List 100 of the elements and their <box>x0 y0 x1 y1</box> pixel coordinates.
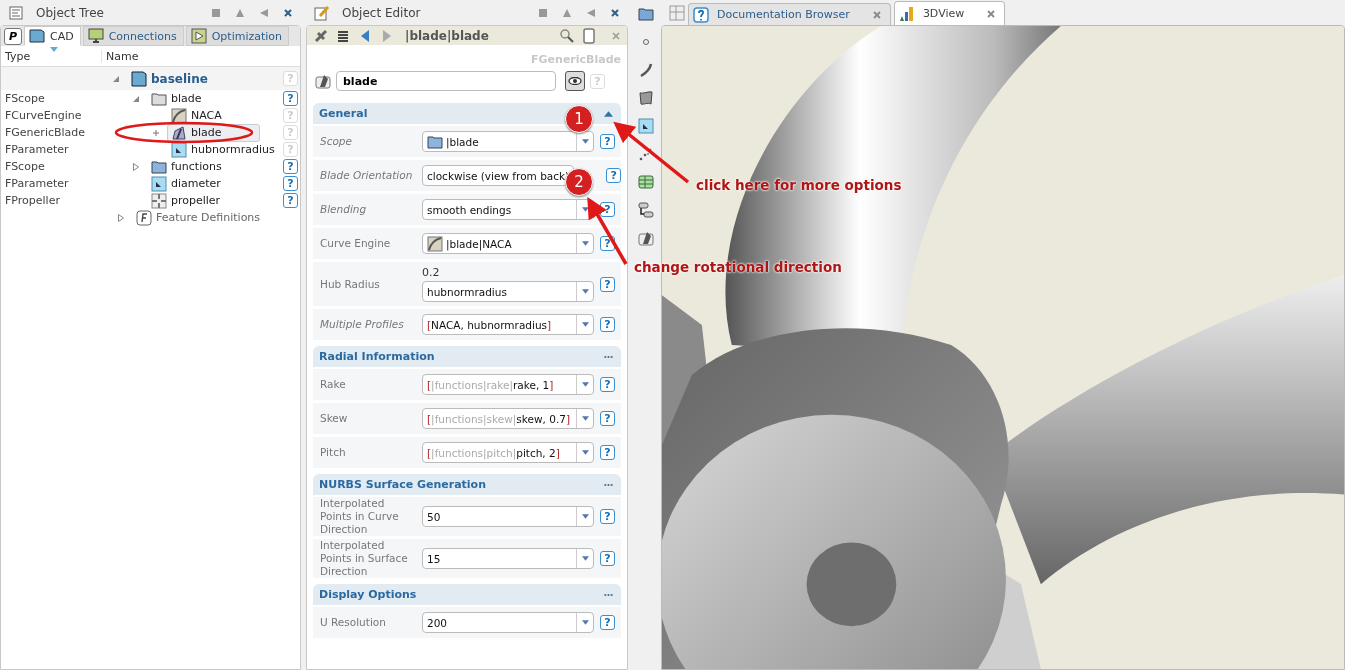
section-title[interactable]: Radial Information <box>319 350 435 363</box>
help-button[interactable]: ? <box>600 551 615 566</box>
dropdown-field[interactable]: [|functions|rake|rake, 1] <box>422 374 594 395</box>
value-hint: 0.2 <box>422 266 441 279</box>
dropdown-field[interactable]: |blade <box>422 131 594 152</box>
help-button[interactable]: ? <box>600 134 615 149</box>
help-button[interactable]: ? <box>600 445 615 460</box>
maximize-icon[interactable] <box>538 7 548 18</box>
tree-item[interactable]: blade <box>147 89 206 108</box>
search-icon[interactable] <box>559 27 575 44</box>
tree-tab[interactable]: CAD <box>24 26 81 46</box>
tree-item[interactable]: hubnormradius <box>167 140 279 159</box>
tree-tab[interactable]: Optimization <box>185 26 290 46</box>
close-icon[interactable] <box>283 7 293 18</box>
dropdown-field[interactable]: 200 <box>422 612 594 633</box>
tree-item[interactable]: diameter <box>147 174 225 193</box>
tree-item[interactable]: propeller <box>147 191 225 210</box>
column-header[interactable]: Name <box>102 49 139 63</box>
view-tab[interactable]: Documentation Browser <box>688 3 891 25</box>
help-button[interactable]: ? <box>600 317 615 332</box>
help-button[interactable]: ? <box>283 176 298 191</box>
float-icon[interactable] <box>562 7 572 18</box>
help-button[interactable]: ? <box>600 615 615 630</box>
document-icon[interactable] <box>581 27 597 44</box>
help-button[interactable]: ? <box>283 91 298 106</box>
property-label: Curve Engine <box>320 237 392 250</box>
dropdown-arrow-icon[interactable] <box>581 207 589 212</box>
dropdown-field[interactable]: [NACA, hubnormradius] <box>422 314 594 335</box>
help-button[interactable]: ? <box>600 377 615 392</box>
maximize-icon[interactable] <box>211 7 221 18</box>
dropdown-field[interactable]: 15 <box>422 548 594 569</box>
tree-item[interactable]: functions <box>147 157 226 176</box>
blade-icon[interactable] <box>638 230 654 246</box>
name-field[interactable]: blade <box>336 71 556 91</box>
view-tab[interactable]: 3DView <box>893 1 1006 25</box>
table-icon[interactable] <box>638 174 654 190</box>
dropdown-arrow-icon[interactable] <box>581 416 589 421</box>
type-label: FCurveEngine <box>5 108 82 122</box>
dropdown-arrow-icon[interactable] <box>581 289 589 294</box>
eye-icon <box>568 77 582 85</box>
tree-item[interactable]: baseline <box>127 69 212 88</box>
section-title[interactable]: General <box>319 107 368 120</box>
dropdown-arrow-icon[interactable] <box>581 382 589 387</box>
surface-icon[interactable] <box>638 90 654 106</box>
collapsed-arrow-icon[interactable] <box>117 213 125 222</box>
section-title[interactable]: Display Options <box>319 588 417 601</box>
plus-icon[interactable] <box>152 128 160 137</box>
folder-icon[interactable] <box>638 6 654 22</box>
hierarchy-icon[interactable] <box>638 202 654 218</box>
dropdown-field[interactable]: 50 <box>422 506 594 527</box>
feature-icon <box>136 209 152 226</box>
close-icon[interactable] <box>871 9 882 20</box>
section-title[interactable]: NURBS Surface Generation <box>319 478 486 491</box>
help-button[interactable]: ? <box>600 276 615 292</box>
float-icon[interactable] <box>235 7 245 18</box>
more-options-icon[interactable] <box>604 481 613 488</box>
property-label: Pitch <box>320 446 347 459</box>
dropdown-arrow-icon[interactable] <box>581 620 589 625</box>
visibility-button[interactable] <box>565 71 585 91</box>
tree-tab[interactable]: Connections <box>82 26 184 46</box>
type-label: FParameter <box>5 142 69 156</box>
dropdown-arrow-icon[interactable] <box>581 139 589 144</box>
close-icon[interactable] <box>610 7 620 18</box>
collapse-arrow-icon[interactable] <box>604 110 613 117</box>
property-label: Scope <box>320 135 353 148</box>
help-button[interactable]: ? <box>600 509 615 524</box>
profile-button[interactable]: P <box>4 27 22 45</box>
help-button[interactable]: ? <box>606 168 622 183</box>
dropdown-arrow-icon[interactable] <box>581 241 589 246</box>
curve-icon[interactable] <box>638 62 654 78</box>
dropdown-field[interactable]: |blade|NACA <box>422 233 594 254</box>
more-options-icon[interactable] <box>604 353 613 360</box>
collapsed-arrow-icon[interactable] <box>132 162 140 171</box>
folder-icon <box>151 158 167 175</box>
expanded-arrow-icon[interactable] <box>112 74 120 83</box>
satellite-icon[interactable] <box>313 27 329 44</box>
collapse-icon[interactable] <box>586 7 596 18</box>
dropdown-field[interactable]: [|functions|skew|skew, 0.7] <box>422 408 594 429</box>
parameter-icon[interactable] <box>638 118 654 134</box>
type-label: FScope <box>5 91 45 105</box>
tree-item[interactable]: NACA <box>167 106 226 125</box>
more-options-icon[interactable] <box>604 591 613 598</box>
dropdown-arrow-icon[interactable] <box>581 450 589 455</box>
property-label: Interpolated Points in Surface Direction <box>320 539 409 578</box>
help-button[interactable]: ? <box>283 193 298 208</box>
pencil-icon <box>314 4 330 21</box>
dropdown-field[interactable]: hubnormradius <box>422 281 594 302</box>
collapse-icon[interactable] <box>259 7 269 18</box>
bar-chart-icon <box>898 5 915 22</box>
close-icon[interactable] <box>986 8 997 19</box>
tree-item[interactable]: Feature Definitions <box>132 208 265 227</box>
dropdown-field[interactable]: [|functions|pitch|pitch, 2] <box>422 442 594 463</box>
dropdown-arrow-icon[interactable] <box>581 322 589 327</box>
scatter-points-icon[interactable] <box>638 146 654 162</box>
help-button[interactable]: ? <box>600 411 615 426</box>
help-button[interactable]: ? <box>283 159 298 174</box>
dropdown-arrow-icon[interactable] <box>581 556 589 561</box>
expanded-arrow-icon[interactable] <box>132 94 140 103</box>
dropdown-arrow-icon[interactable] <box>581 514 589 519</box>
help-icon <box>693 6 709 23</box>
